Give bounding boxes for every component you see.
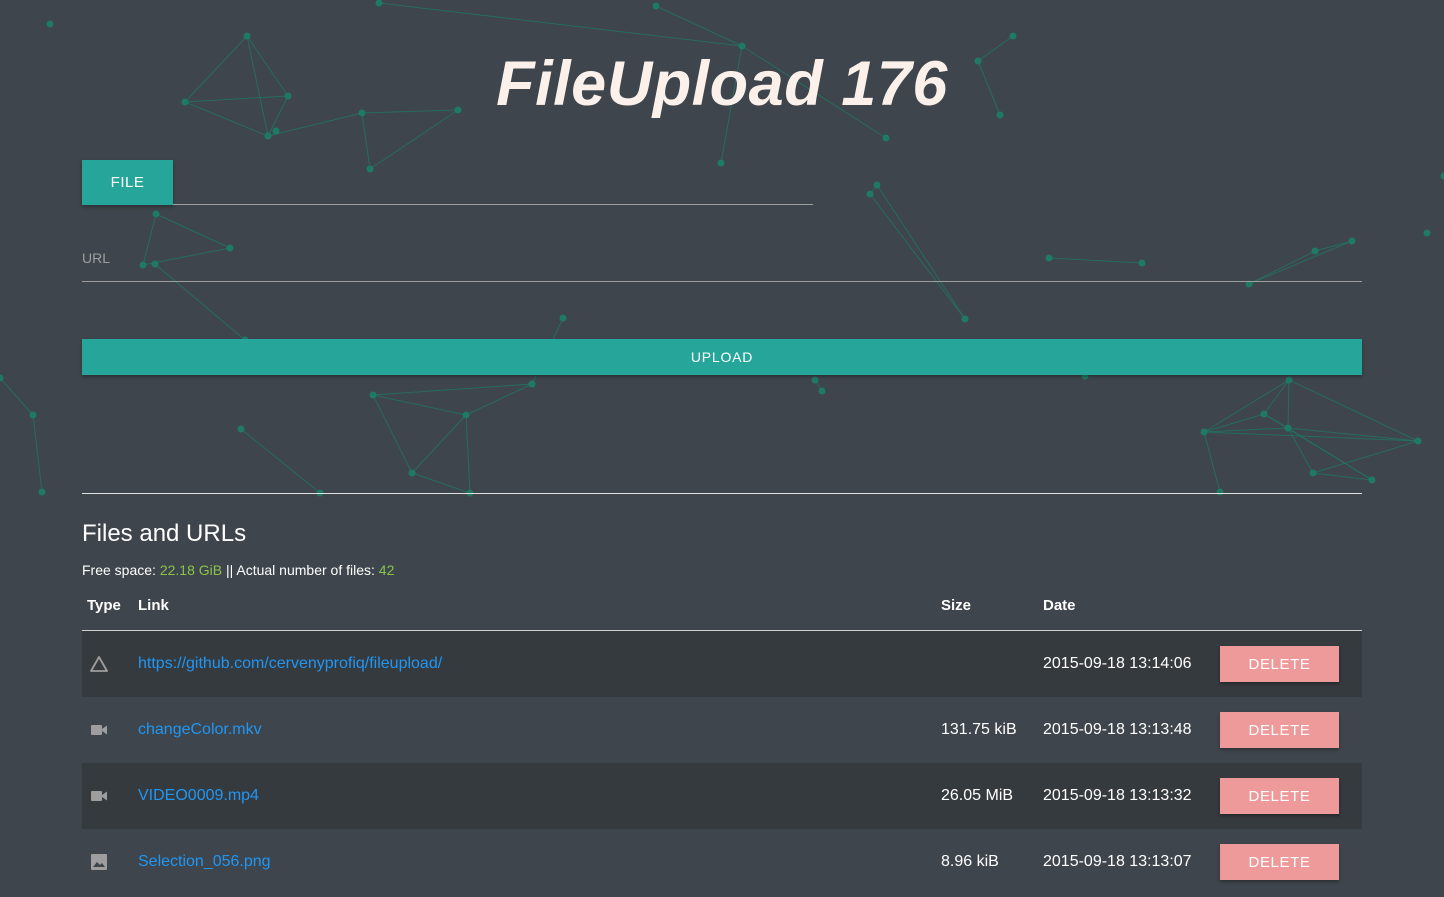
- upload-button[interactable]: UPLOAD: [82, 339, 1362, 375]
- table-row: changeColor.mkv 131.75 kiB 2015-09-18 13…: [82, 697, 1362, 763]
- file-path-field[interactable]: [173, 160, 813, 205]
- files-section-heading: Files and URLs: [82, 520, 247, 547]
- free-space-value: 22.18 GiB: [159, 562, 223, 578]
- files-table-header: Type Link Size Date: [82, 590, 1362, 631]
- file-link[interactable]: https://github.com/cervenyprofiq/fileupl…: [138, 655, 442, 672]
- column-header-size: Size: [941, 597, 972, 614]
- column-header-date: Date: [1043, 597, 1076, 614]
- file-count-value: 42: [378, 562, 395, 578]
- file-count-label: Actual number of files:: [236, 562, 379, 578]
- file-link[interactable]: changeColor.mkv: [138, 721, 262, 738]
- delete-button[interactable]: DELETE: [1220, 778, 1339, 814]
- delete-button[interactable]: DELETE: [1220, 844, 1339, 880]
- page-title: FileUpload 176: [496, 49, 948, 119]
- file-size: 131.75 kiB: [941, 721, 1017, 738]
- file-size: 8.96 kiB: [941, 853, 999, 870]
- column-header-link: Link: [138, 597, 169, 614]
- table-row: VIDEO0009.mp4 26.05 MiB 2015-09-18 13:13…: [82, 763, 1362, 829]
- delete-button[interactable]: DELETE: [1220, 712, 1339, 748]
- url-input[interactable]: [82, 240, 1362, 282]
- table-row: Selection_056.png 8.96 kiB 2015-09-18 13…: [82, 829, 1362, 895]
- section-divider: [82, 493, 1362, 494]
- table-row: https://github.com/cervenyprofiq/fileupl…: [82, 631, 1362, 697]
- file-date: 2015-09-18 13:13:32: [1043, 787, 1192, 804]
- file-choose-button[interactable]: FILE: [82, 160, 173, 205]
- video-camera-icon: [91, 791, 107, 801]
- column-header-type: Type: [87, 597, 121, 614]
- delete-button[interactable]: DELETE: [1220, 646, 1339, 682]
- image-icon: [91, 854, 107, 870]
- warning-triangle-icon: [90, 656, 108, 672]
- stats-separator: ||: [222, 562, 237, 578]
- free-space-label: Free space:: [82, 562, 160, 578]
- file-date: 2015-09-18 13:13:48: [1043, 721, 1192, 738]
- file-date: 2015-09-18 13:13:07: [1043, 853, 1192, 870]
- video-camera-icon: [91, 725, 107, 735]
- file-link[interactable]: Selection_056.png: [138, 853, 271, 870]
- file-size: 26.05 MiB: [941, 787, 1014, 804]
- file-date: 2015-09-18 13:14:06: [1043, 655, 1192, 672]
- storage-stats: Free space: 22.18 GiB || Actual number o…: [82, 562, 394, 578]
- file-link[interactable]: VIDEO0009.mp4: [138, 787, 259, 804]
